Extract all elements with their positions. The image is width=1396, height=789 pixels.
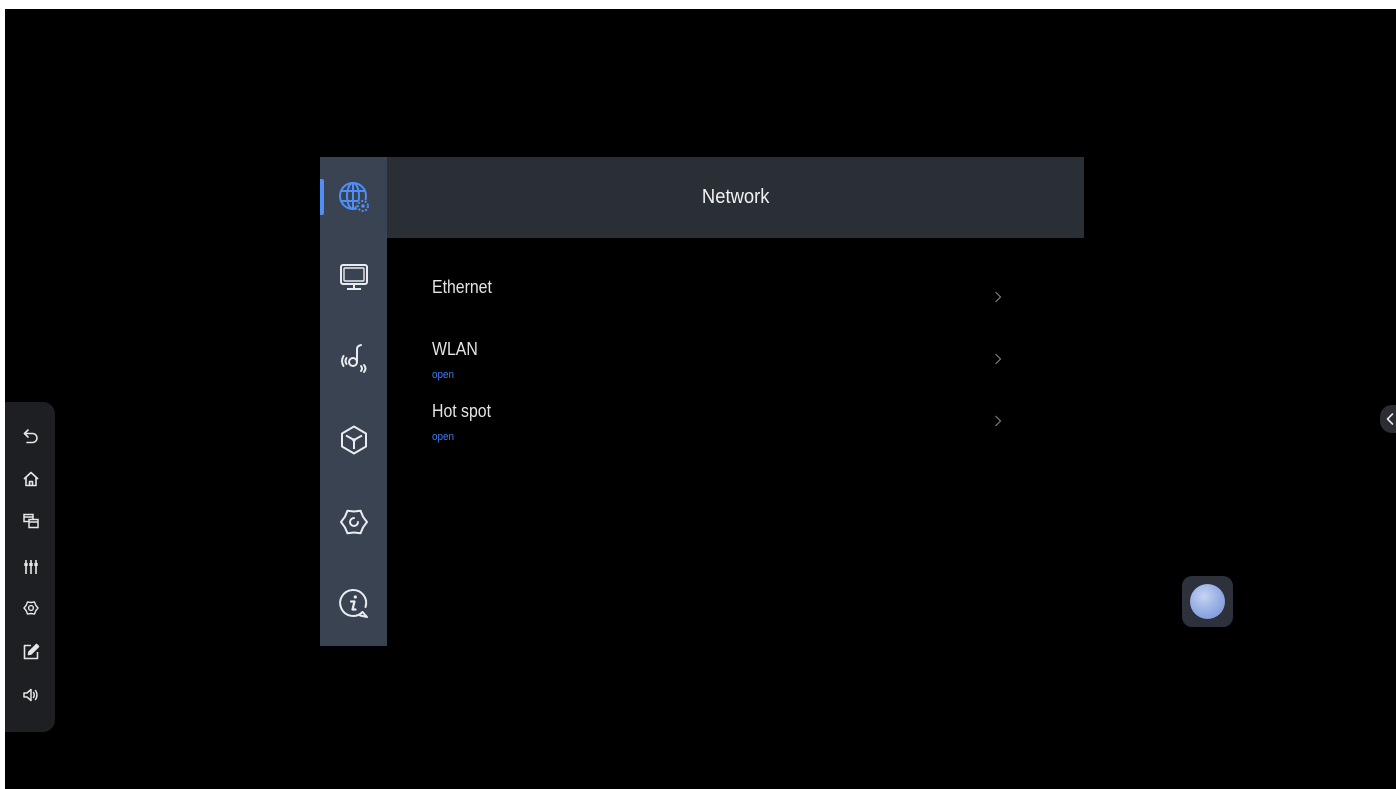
mixer-button[interactable] xyxy=(5,549,55,585)
network-item-label: Ethernet xyxy=(432,277,492,297)
page-title: Network xyxy=(701,186,770,208)
home-button[interactable] xyxy=(5,461,55,497)
network-item-label: WLAN xyxy=(432,339,478,359)
sidebar-item-network[interactable] xyxy=(320,167,387,227)
sidebar-item-system[interactable] xyxy=(320,492,387,552)
windows-icon xyxy=(23,513,39,529)
settings-icon xyxy=(23,601,39,615)
network-item-status: open xyxy=(432,431,455,443)
volume-button[interactable] xyxy=(5,677,55,713)
network-item-wlan[interactable]: WLAN open xyxy=(420,329,1020,391)
sidebar-item-display[interactable] xyxy=(320,248,387,308)
windows-button[interactable] xyxy=(5,503,55,539)
system-settings-icon xyxy=(340,509,368,535)
chevron-left-icon xyxy=(1386,413,1394,425)
network-item-status: open xyxy=(432,369,455,381)
side-toolbar xyxy=(5,402,55,732)
assistive-ball-icon xyxy=(1190,584,1225,619)
about-info-icon xyxy=(339,589,368,618)
apps-cube-icon xyxy=(341,425,367,455)
home-icon xyxy=(23,471,39,487)
chevron-right-icon xyxy=(995,353,1002,365)
chevron-right-icon xyxy=(995,415,1002,427)
edge-panel-handle[interactable] xyxy=(1380,405,1396,433)
sidebar-item-about[interactable] xyxy=(320,574,387,634)
audio-icon xyxy=(341,344,367,373)
sidebar-item-audio[interactable] xyxy=(320,328,387,388)
network-item-hotspot[interactable]: Hot spot open xyxy=(420,391,1020,453)
page-header: Network xyxy=(387,157,1084,238)
display-icon xyxy=(340,264,368,290)
network-item-label: Hot spot xyxy=(432,401,492,421)
settings-button[interactable] xyxy=(5,590,55,626)
network-globe-icon xyxy=(339,182,370,213)
chevron-right-icon xyxy=(995,291,1002,303)
mixer-icon xyxy=(24,560,38,574)
volume-icon xyxy=(23,688,38,702)
back-icon xyxy=(23,429,38,444)
annotate-button[interactable] xyxy=(5,634,55,670)
back-button[interactable] xyxy=(5,418,55,454)
annotate-icon xyxy=(23,643,40,660)
active-indicator xyxy=(320,179,324,215)
floating-assistive-button[interactable] xyxy=(1182,576,1233,627)
sidebar-item-apps[interactable] xyxy=(320,410,387,470)
settings-sidebar xyxy=(320,157,387,646)
network-item-ethernet[interactable]: Ethernet xyxy=(420,267,1020,329)
